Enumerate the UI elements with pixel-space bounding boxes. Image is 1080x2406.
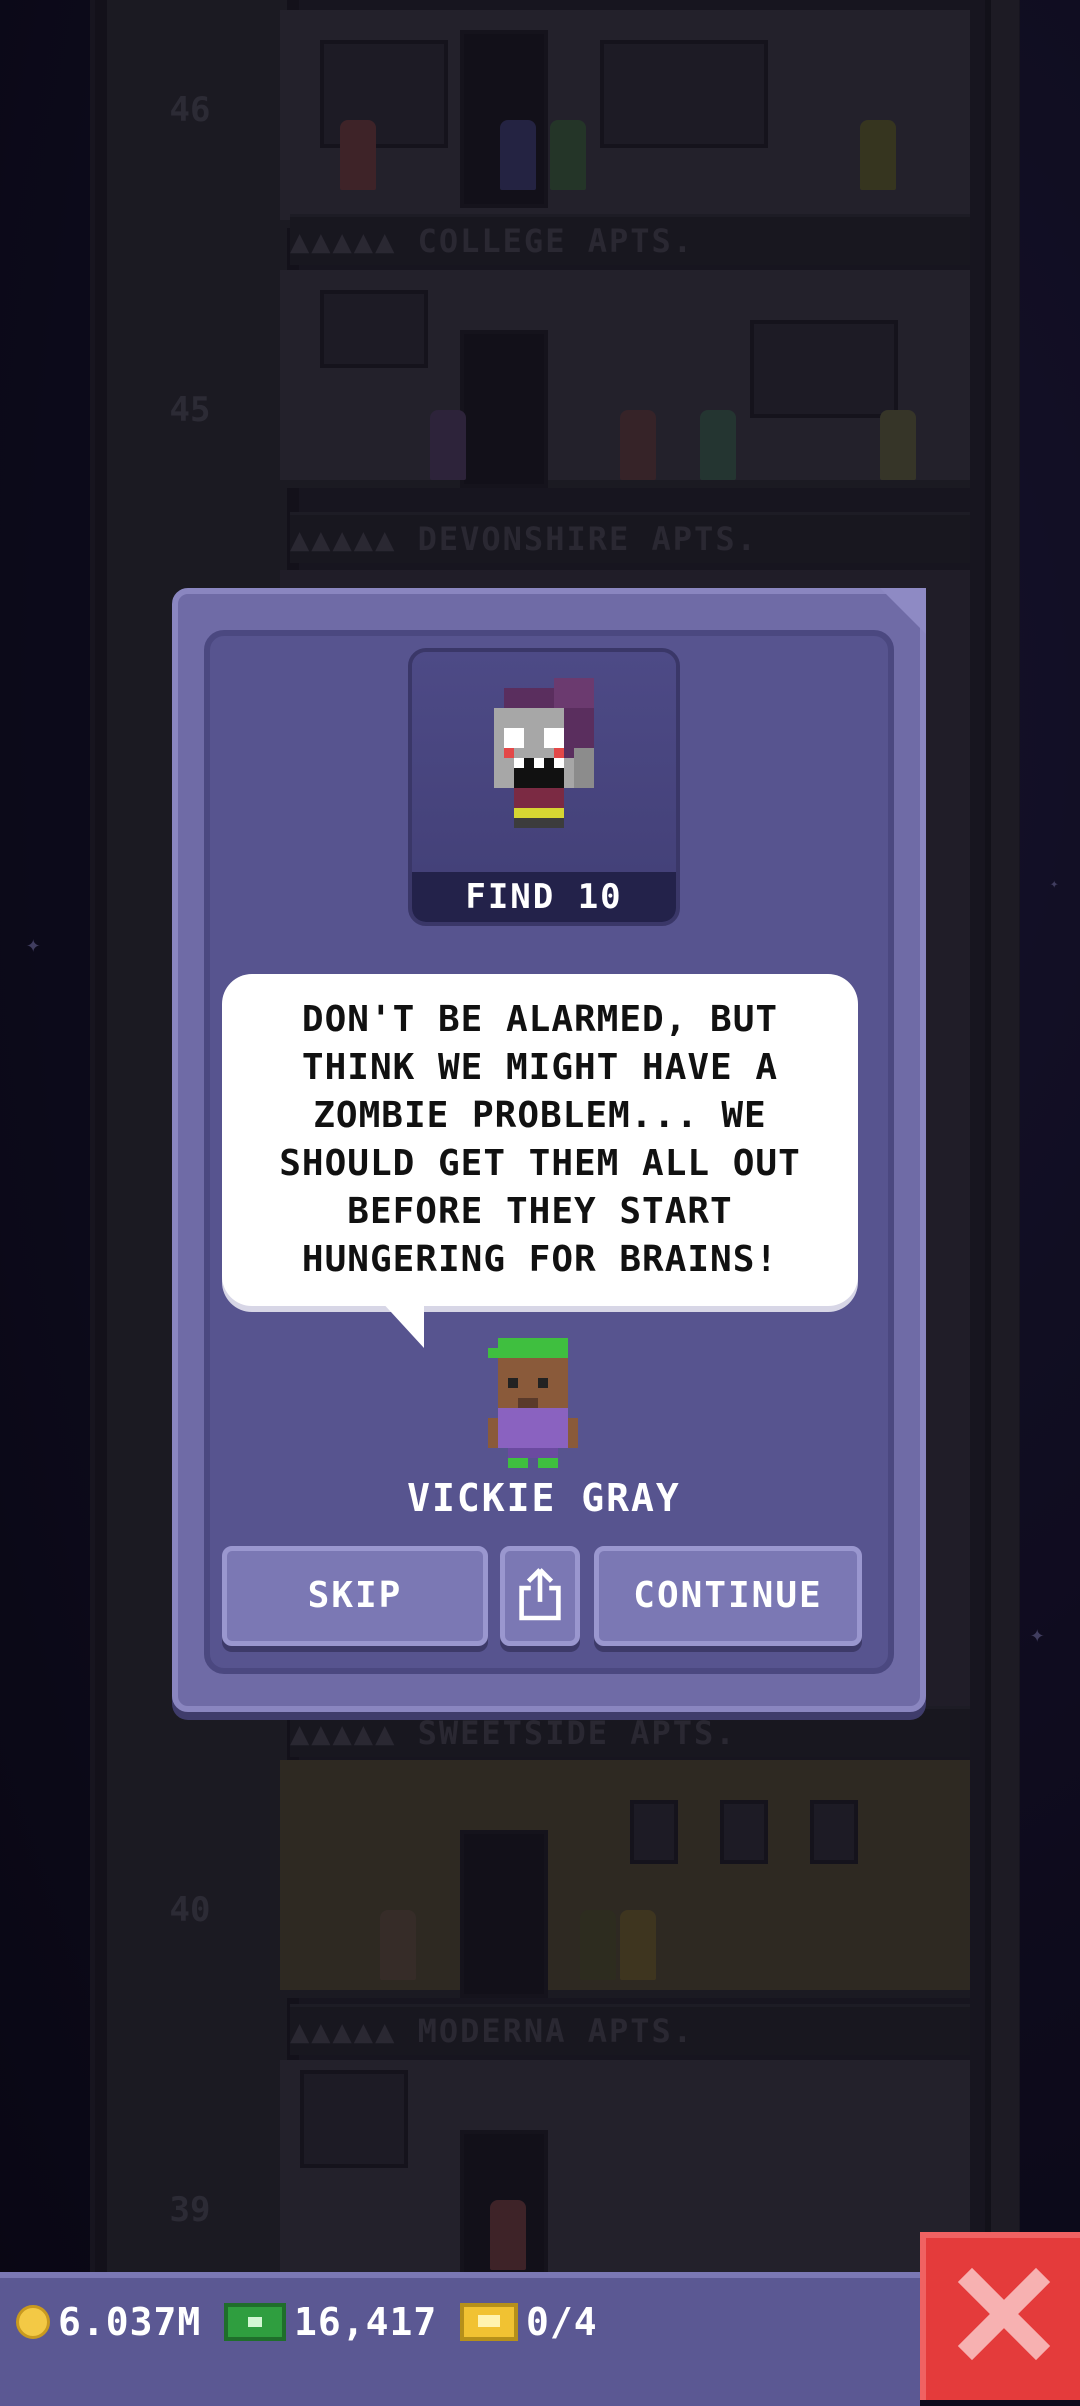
close-button[interactable] xyxy=(920,2232,1080,2400)
speech-text: DON'T BE ALARMED, BUT THINK WE MIGHT HAV… xyxy=(279,999,801,1280)
continue-button[interactable]: CONTINUE xyxy=(594,1546,862,1646)
dialog-corner xyxy=(880,588,926,634)
bux-value: 16,417 xyxy=(294,2300,438,2344)
tickets-value: 0/4 xyxy=(526,2300,598,2344)
coins-value: 6.037M xyxy=(58,2300,202,2344)
bux-counter[interactable]: 16,417 xyxy=(224,2300,437,2344)
close-icon xyxy=(957,2267,1051,2361)
ticket-icon xyxy=(460,2303,518,2341)
speaker-name: VICKIE GRAY xyxy=(407,1476,681,1520)
zombie-icon xyxy=(494,678,594,828)
speech-bubble: DON'T BE ALARMED, BUT THINK WE MIGHT HAV… xyxy=(222,974,858,1306)
share-icon xyxy=(519,1568,561,1621)
mission-portrait: FIND 10 xyxy=(408,648,680,926)
speaker-avatar xyxy=(488,1338,578,1468)
coin-icon xyxy=(16,2305,50,2339)
share-button[interactable] xyxy=(500,1546,580,1646)
status-bar: 6.037M 16,417 0/4 xyxy=(0,2272,920,2406)
tickets-counter[interactable]: 0/4 xyxy=(460,2300,598,2344)
skip-button[interactable]: SKIP xyxy=(222,1546,488,1646)
coins-counter[interactable]: 6.037M xyxy=(16,2300,201,2344)
mission-goal-label: FIND 10 xyxy=(412,872,676,922)
bux-icon xyxy=(224,2303,286,2341)
